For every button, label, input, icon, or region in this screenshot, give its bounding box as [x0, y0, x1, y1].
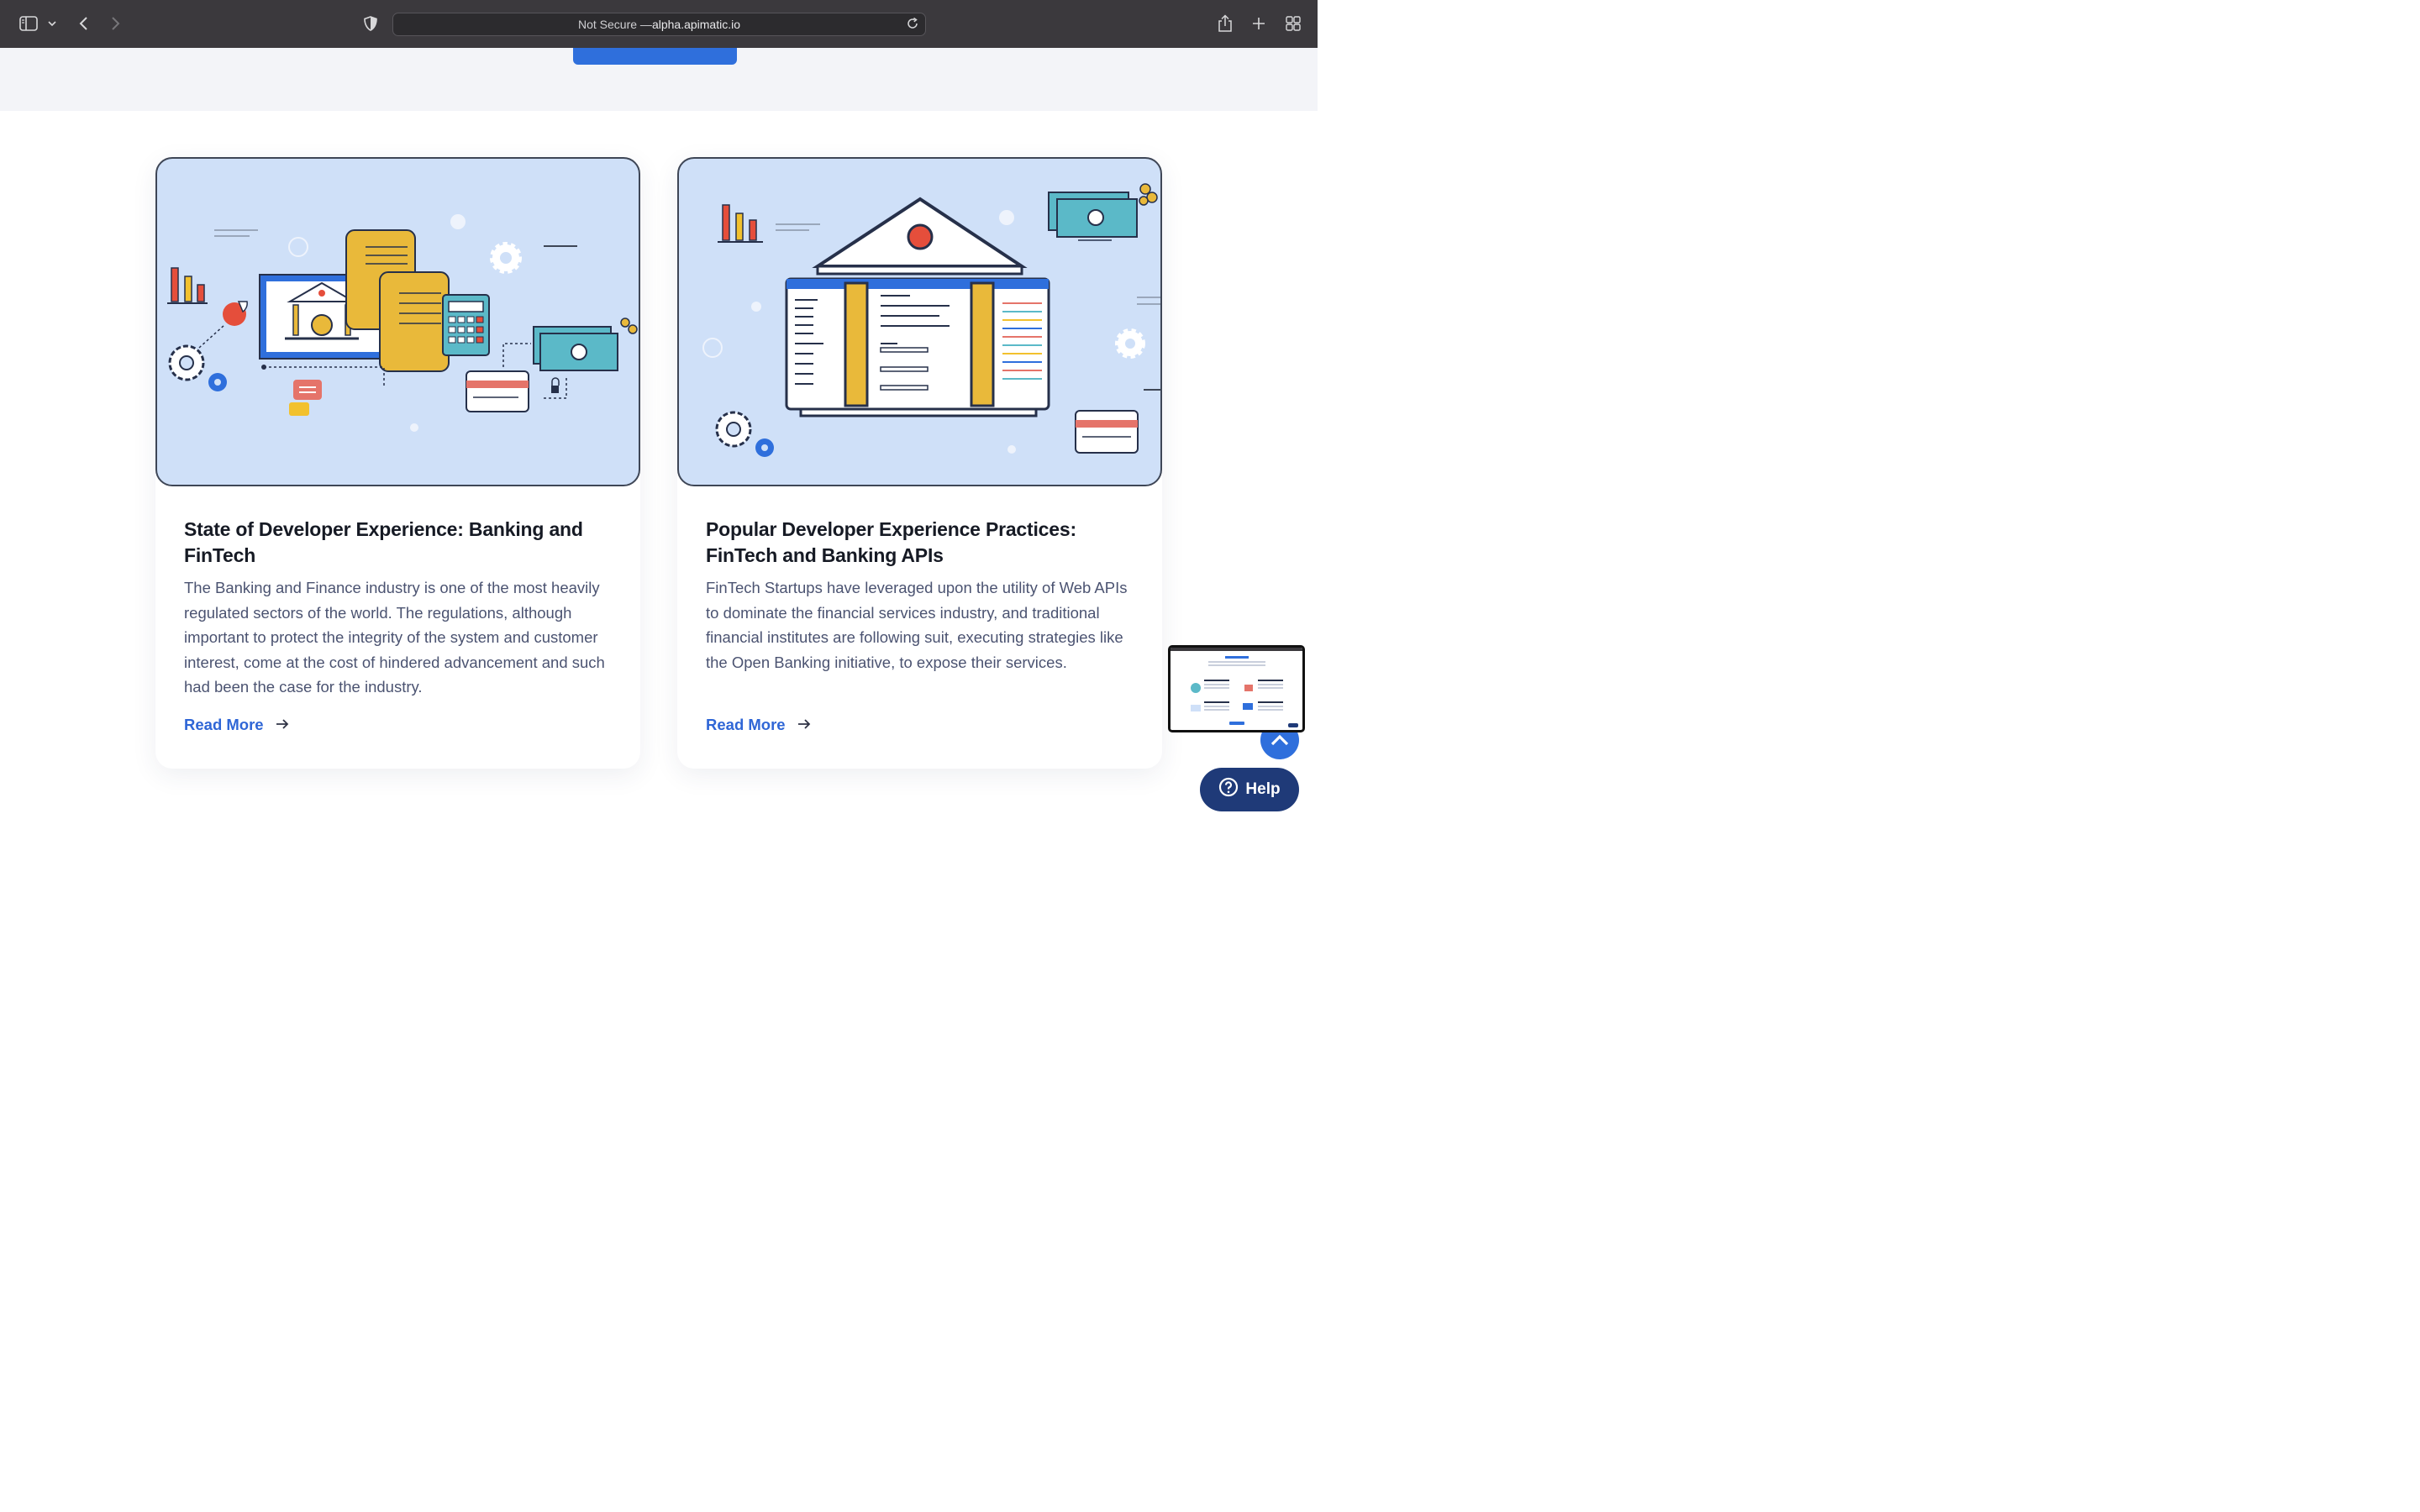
bank-api-illustration	[677, 157, 1162, 486]
screenshot-thumbnail[interactable]	[1168, 645, 1305, 732]
help-label: Help	[1245, 780, 1281, 798]
banking-fintech-illustration	[155, 157, 640, 486]
share-icon[interactable]	[1215, 10, 1235, 37]
help-icon	[1218, 777, 1239, 802]
new-tab-icon[interactable]	[1249, 10, 1269, 37]
chevron-down-icon[interactable]	[46, 10, 58, 37]
url-security-text: Not Secure —	[578, 18, 652, 31]
read-more-label[interactable]: Read More	[184, 716, 264, 734]
read-more-label[interactable]: Read More	[706, 716, 786, 734]
blog-card-fintech-banking-apis: Popular Developer Experience Practices: …	[677, 157, 1162, 769]
card-excerpt: The Banking and Finance industry is one …	[184, 579, 605, 696]
forward-icon[interactable]	[107, 10, 125, 37]
address-bar[interactable]: Not Secure — alpha.apimatic.io	[392, 13, 926, 36]
browser-toolbar: Not Secure — alpha.apimatic.io	[0, 0, 1318, 49]
card-title[interactable]: State of Developer Experience: Banking a…	[184, 517, 621, 569]
card-title[interactable]: Popular Developer Experience Practices: …	[706, 517, 1143, 569]
chevron-up-icon	[1270, 734, 1289, 746]
read-more-link[interactable]: Read More	[184, 716, 289, 734]
tab-overview-icon[interactable]	[1283, 10, 1303, 37]
arrow-right-icon	[276, 716, 289, 734]
arrow-right-icon	[797, 716, 811, 734]
thumbnail-preview-image	[1171, 648, 1302, 730]
back-icon[interactable]	[74, 10, 92, 37]
help-button[interactable]: Help	[1200, 768, 1299, 811]
section-cta-button[interactable]	[573, 48, 737, 65]
reload-icon[interactable]	[905, 16, 920, 31]
card-excerpt: FinTech Startups have leveraged upon the…	[706, 579, 1128, 671]
shield-icon[interactable]	[361, 10, 380, 37]
sidebar-icon[interactable]	[17, 10, 40, 37]
read-more-link[interactable]: Read More	[706, 716, 811, 734]
url-host: alpha.apimatic.io	[651, 18, 740, 31]
blog-card-banking-fintech: State of Developer Experience: Banking a…	[155, 157, 640, 769]
